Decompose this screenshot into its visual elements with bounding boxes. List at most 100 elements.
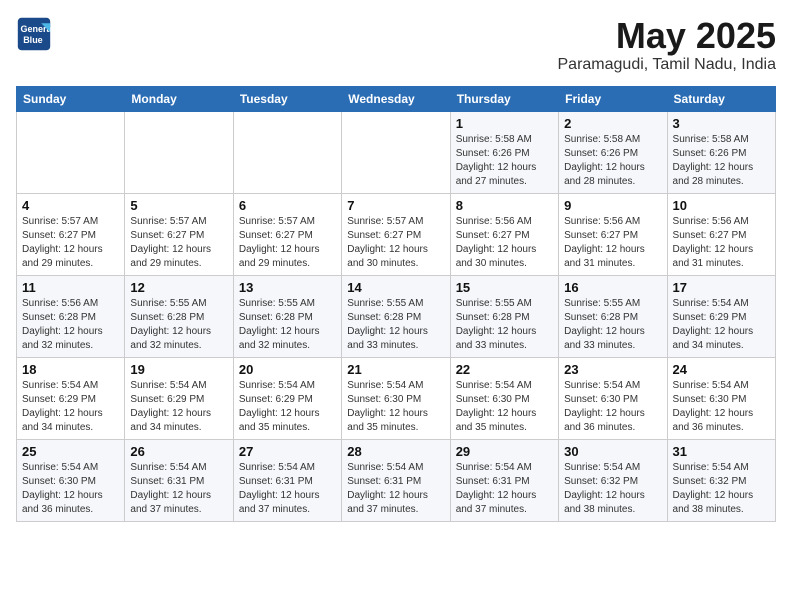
day-cell: 6 Sunrise: 5:57 AM Sunset: 6:27 PM Daylig… (233, 193, 341, 275)
day-cell: 3Sunrise: 5:58 AM Sunset: 6:26 PM Daylig… (667, 111, 775, 193)
day-cell: 31Sunrise: 5:54 AM Sunset: 6:32 PM Dayli… (667, 439, 775, 521)
day-cell: 12 Sunrise: 5:55 AM Sunset: 6:28 PM Dayli… (125, 275, 233, 357)
day-number: 13 (239, 280, 336, 295)
day-info: Sunrise: 5:57 AM Sunset: 6:27 PM Dayligh… (22, 215, 119, 271)
day-cell: 2 Sunrise: 5:58 AM Sunset: 6:26 PM Daylig… (559, 111, 667, 193)
day-header-wednesday: Wednesday (342, 86, 450, 111)
day-info: Sunrise: 5:54 AM Sunset: 6:31 PM Dayligh… (239, 461, 336, 517)
svg-text:Blue: Blue (23, 35, 43, 45)
day-number: 14 (347, 280, 444, 295)
day-info: Sunrise: 5:58 AM Sunset: 6:26 PM Dayligh… (564, 133, 661, 189)
day-header-friday: Friday (559, 86, 667, 111)
day-number: 16 (564, 280, 661, 295)
day-number: 4 (22, 198, 119, 213)
day-info: Sunrise: 5:54 AM Sunset: 6:30 PM Dayligh… (347, 379, 444, 435)
day-header-saturday: Saturday (667, 86, 775, 111)
day-header-sunday: Sunday (17, 86, 125, 111)
day-info: Sunrise: 5:57 AM Sunset: 6:27 PM Dayligh… (130, 215, 227, 271)
day-number: 24 (673, 362, 770, 377)
day-info: Sunrise: 5:58 AM Sunset: 6:26 PM Dayligh… (673, 133, 770, 189)
day-number: 26 (130, 444, 227, 459)
location-title: Paramagudi, Tamil Nadu, India (558, 56, 777, 74)
day-info: Sunrise: 5:55 AM Sunset: 6:28 PM Dayligh… (347, 297, 444, 353)
day-info: Sunrise: 5:54 AM Sunset: 6:32 PM Dayligh… (564, 461, 661, 517)
day-number: 5 (130, 198, 227, 213)
title-area: May 2025 Paramagudi, Tamil Nadu, India (558, 16, 777, 74)
day-cell: 27 Sunrise: 5:54 AM Sunset: 6:31 PM Dayli… (233, 439, 341, 521)
day-number: 10 (673, 198, 770, 213)
day-cell: 7 Sunrise: 5:57 AM Sunset: 6:27 PM Daylig… (342, 193, 450, 275)
day-number: 12 (130, 280, 227, 295)
day-number: 17 (673, 280, 770, 295)
day-cell: 23Sunrise: 5:54 AM Sunset: 6:30 PM Dayli… (559, 357, 667, 439)
day-number: 8 (456, 198, 553, 213)
day-info: Sunrise: 5:55 AM Sunset: 6:28 PM Dayligh… (456, 297, 553, 353)
day-cell: 26 Sunrise: 5:54 AM Sunset: 6:31 PM Dayli… (125, 439, 233, 521)
week-row-1: 1 Sunrise: 5:58 AM Sunset: 6:26 PM Daylig… (17, 111, 776, 193)
day-cell: 18 Sunrise: 5:54 AM Sunset: 6:29 PM Dayli… (17, 357, 125, 439)
day-info: Sunrise: 5:54 AM Sunset: 6:29 PM Dayligh… (130, 379, 227, 435)
day-cell: 21 Sunrise: 5:54 AM Sunset: 6:30 PM Dayli… (342, 357, 450, 439)
day-cell: 5 Sunrise: 5:57 AM Sunset: 6:27 PM Daylig… (125, 193, 233, 275)
day-info: Sunrise: 5:54 AM Sunset: 6:31 PM Dayligh… (130, 461, 227, 517)
day-cell (233, 111, 341, 193)
day-info: Sunrise: 5:54 AM Sunset: 6:29 PM Dayligh… (673, 297, 770, 353)
day-info: Sunrise: 5:55 AM Sunset: 6:28 PM Dayligh… (239, 297, 336, 353)
day-info: Sunrise: 5:54 AM Sunset: 6:31 PM Dayligh… (456, 461, 553, 517)
day-cell (17, 111, 125, 193)
day-number: 27 (239, 444, 336, 459)
day-number: 11 (22, 280, 119, 295)
day-info: Sunrise: 5:54 AM Sunset: 6:30 PM Dayligh… (456, 379, 553, 435)
day-number: 9 (564, 198, 661, 213)
header-row: SundayMondayTuesdayWednesdayThursdayFrid… (17, 86, 776, 111)
day-header-monday: Monday (125, 86, 233, 111)
day-number: 20 (239, 362, 336, 377)
day-number: 15 (456, 280, 553, 295)
day-cell: 14 Sunrise: 5:55 AM Sunset: 6:28 PM Dayli… (342, 275, 450, 357)
day-cell: 29 Sunrise: 5:54 AM Sunset: 6:31 PM Dayli… (450, 439, 558, 521)
day-cell: 1Sunrise: 5:58 AM Sunset: 6:26 PM Daylig… (450, 111, 558, 193)
month-title: May 2025 (558, 16, 777, 56)
day-info: Sunrise: 5:56 AM Sunset: 6:28 PM Dayligh… (22, 297, 119, 353)
day-cell: 19Sunrise: 5:54 AM Sunset: 6:29 PM Dayli… (125, 357, 233, 439)
day-info: Sunrise: 5:54 AM Sunset: 6:30 PM Dayligh… (22, 461, 119, 517)
logo: General Blue (16, 16, 52, 52)
day-cell: 24 Sunrise: 5:54 AM Sunset: 6:30 PM Dayli… (667, 357, 775, 439)
day-number: 25 (22, 444, 119, 459)
day-info: Sunrise: 5:54 AM Sunset: 6:30 PM Dayligh… (673, 379, 770, 435)
calendar-table: SundayMondayTuesdayWednesdayThursdayFrid… (16, 86, 776, 522)
day-number: 31 (673, 444, 770, 459)
week-row-4: 18 Sunrise: 5:54 AM Sunset: 6:29 PM Dayli… (17, 357, 776, 439)
week-row-5: 25 Sunrise: 5:54 AM Sunset: 6:30 PM Dayli… (17, 439, 776, 521)
day-cell (125, 111, 233, 193)
day-number: 21 (347, 362, 444, 377)
day-cell: 22Sunrise: 5:54 AM Sunset: 6:30 PM Dayli… (450, 357, 558, 439)
day-cell: 28 Sunrise: 5:54 AM Sunset: 6:31 PM Dayli… (342, 439, 450, 521)
day-header-tuesday: Tuesday (233, 86, 341, 111)
day-cell (342, 111, 450, 193)
day-number: 2 (564, 116, 661, 131)
day-info: Sunrise: 5:57 AM Sunset: 6:27 PM Dayligh… (239, 215, 336, 271)
day-cell: 9Sunrise: 5:56 AM Sunset: 6:27 PM Daylig… (559, 193, 667, 275)
day-number: 30 (564, 444, 661, 459)
day-number: 29 (456, 444, 553, 459)
day-header-thursday: Thursday (450, 86, 558, 111)
day-info: Sunrise: 5:54 AM Sunset: 6:31 PM Dayligh… (347, 461, 444, 517)
day-info: Sunrise: 5:56 AM Sunset: 6:27 PM Dayligh… (456, 215, 553, 271)
day-cell: 30 Sunrise: 5:54 AM Sunset: 6:32 PM Dayli… (559, 439, 667, 521)
day-number: 6 (239, 198, 336, 213)
day-number: 1 (456, 116, 553, 131)
day-number: 18 (22, 362, 119, 377)
day-number: 28 (347, 444, 444, 459)
day-info: Sunrise: 5:55 AM Sunset: 6:28 PM Dayligh… (130, 297, 227, 353)
day-cell: 10Sunrise: 5:56 AM Sunset: 6:27 PM Dayli… (667, 193, 775, 275)
day-info: Sunrise: 5:54 AM Sunset: 6:30 PM Dayligh… (564, 379, 661, 435)
day-number: 7 (347, 198, 444, 213)
day-cell: 13 Sunrise: 5:55 AM Sunset: 6:28 PM Dayli… (233, 275, 341, 357)
day-info: Sunrise: 5:54 AM Sunset: 6:29 PM Dayligh… (22, 379, 119, 435)
week-row-3: 11 Sunrise: 5:56 AM Sunset: 6:28 PM Dayli… (17, 275, 776, 357)
header: General Blue May 2025 Paramagudi, Tamil … (16, 16, 776, 74)
day-cell: 8 Sunrise: 5:56 AM Sunset: 6:27 PM Daylig… (450, 193, 558, 275)
day-info: Sunrise: 5:57 AM Sunset: 6:27 PM Dayligh… (347, 215, 444, 271)
day-info: Sunrise: 5:55 AM Sunset: 6:28 PM Dayligh… (564, 297, 661, 353)
